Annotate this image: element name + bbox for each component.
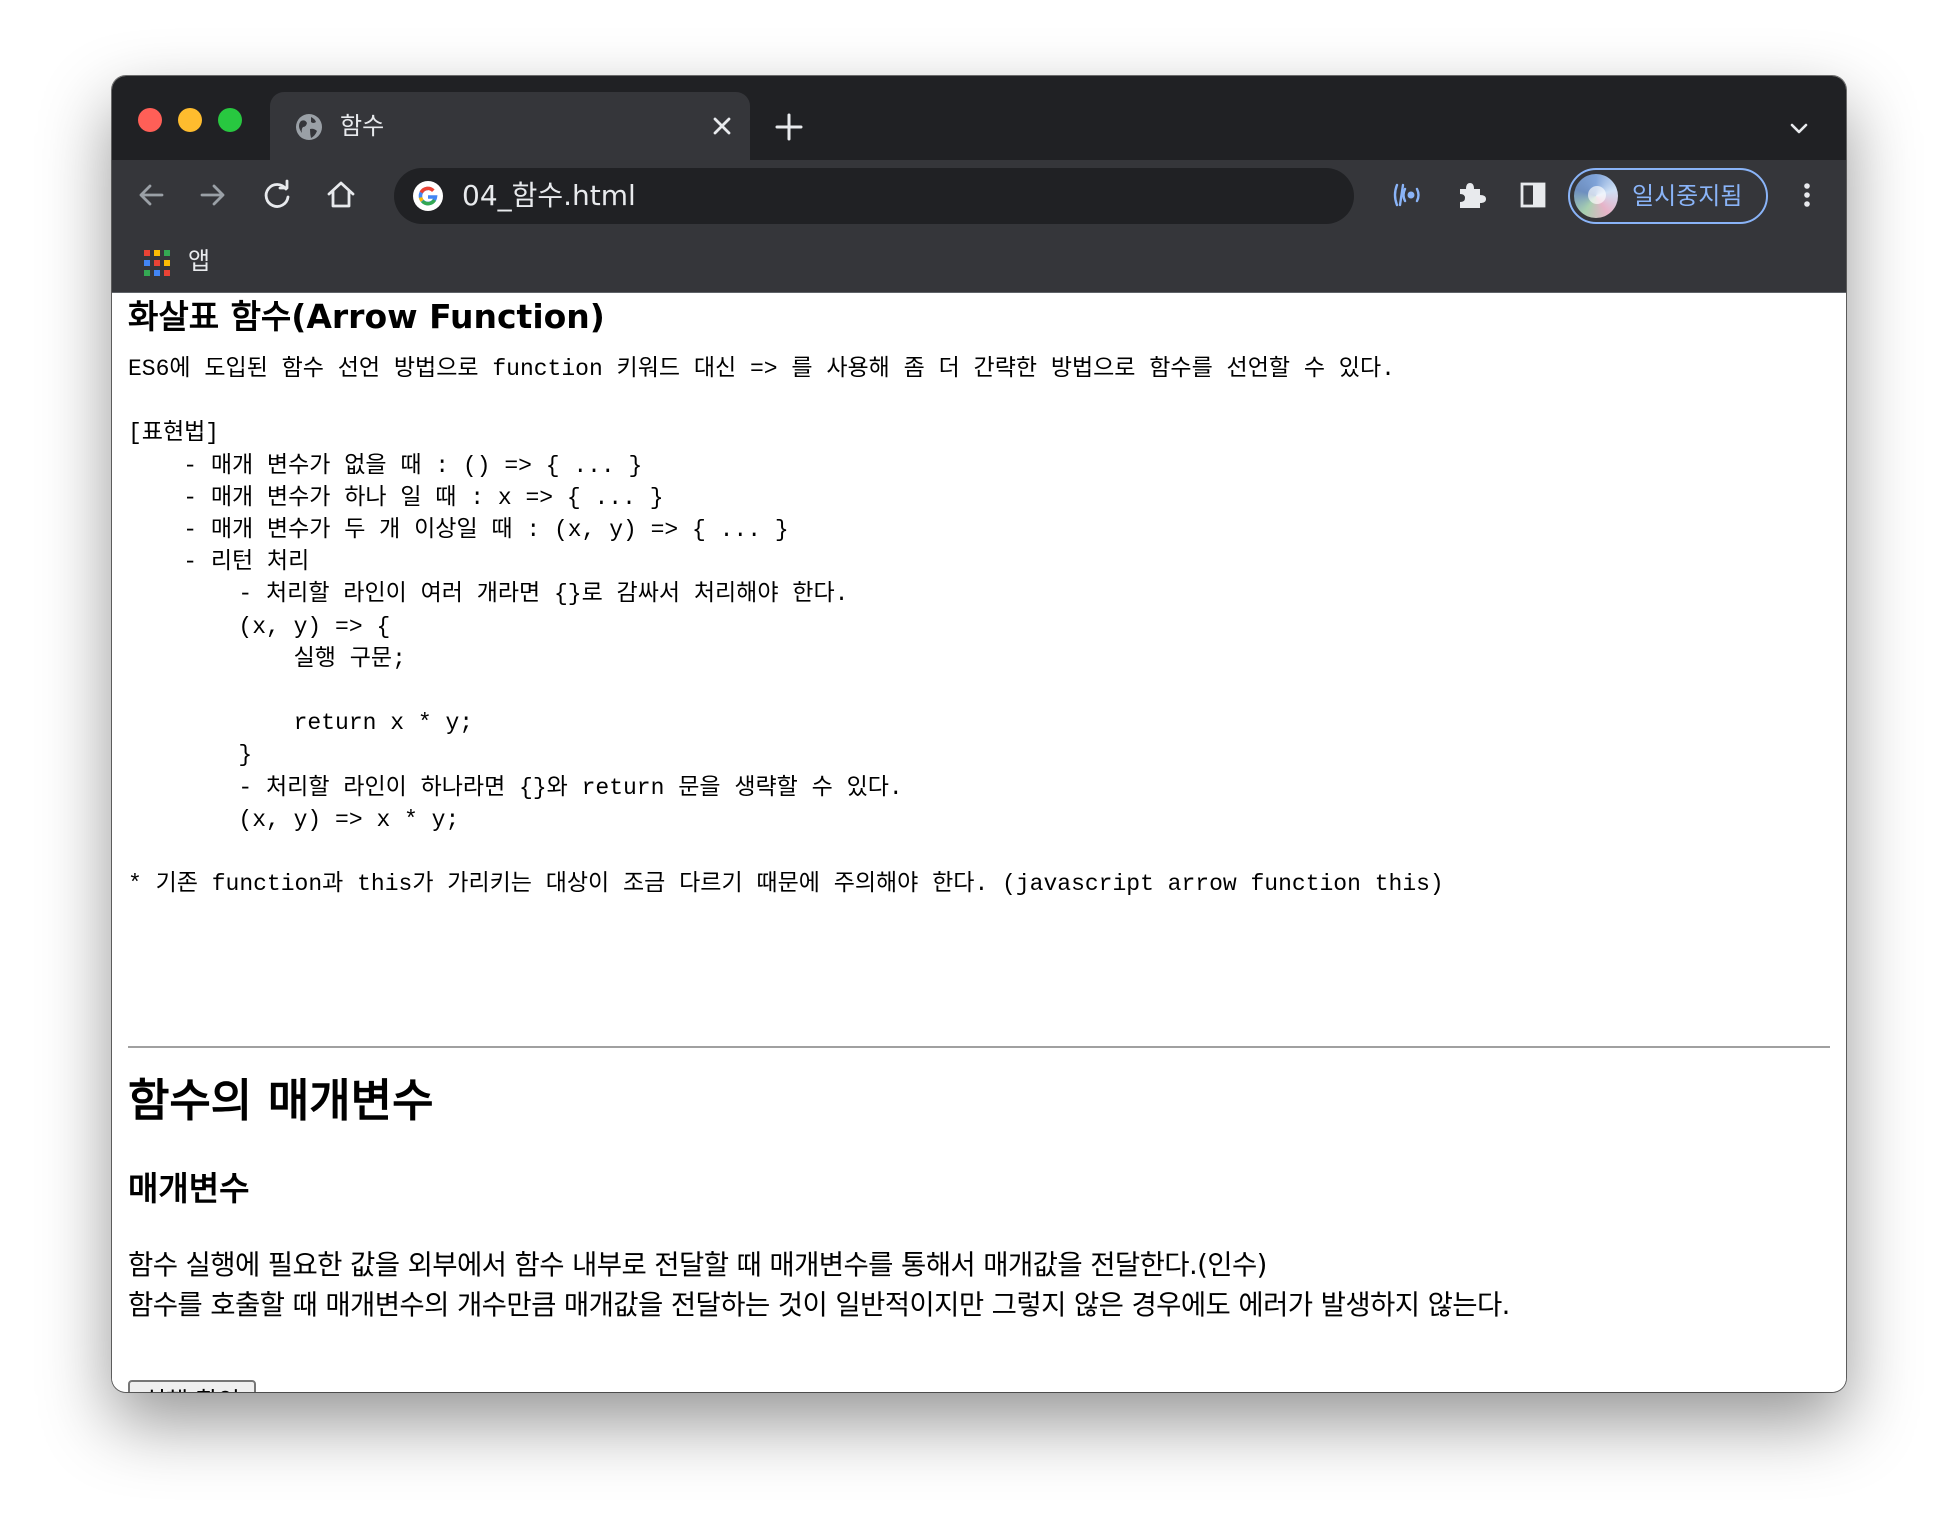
- maximize-window-button[interactable]: [218, 108, 242, 132]
- code-line: - 매개 변수가 없을 때 : () => { ... }: [128, 452, 643, 479]
- side-panel-icon[interactable]: [1514, 176, 1552, 214]
- puzzle-extensions-icon[interactable]: [1452, 176, 1490, 214]
- url-text: 04_함수.html: [462, 179, 636, 212]
- google-icon: [413, 181, 443, 211]
- params-section-title: 함수의 매개변수: [128, 1074, 434, 1127]
- run-check-button[interactable]: 실행 확인: [128, 1380, 256, 1392]
- back-arrow-icon[interactable]: [132, 176, 170, 214]
- params-description: 함수 실행에 필요한 값을 외부에서 함수 내부로 전달할 때 매개변수를 통해…: [128, 1245, 1510, 1325]
- arrow-function-code-block: ES6에 도입된 함수 선언 방법으로 function 키워드 대신 => 를…: [128, 353, 1444, 900]
- params-subtitle: 매개변수: [128, 1169, 250, 1208]
- page-content: 화살표 함수(Arrow Function) ES6에 도입된 함수 선언 방법…: [112, 293, 1846, 1392]
- tab-title: 함수: [340, 112, 385, 140]
- chevron-down-icon[interactable]: [1786, 116, 1812, 142]
- forward-arrow-icon[interactable]: [194, 176, 232, 214]
- tab-strip: 함수: [112, 76, 1846, 160]
- arrow-function-heading: 화살표 함수(Arrow Function): [128, 297, 605, 336]
- bookmarks-bar: 앱: [112, 232, 1846, 293]
- code-line: - 처리할 라인이 하나라면 {}와 return 문을 생략할 수 있다.: [128, 774, 903, 801]
- minimize-window-button[interactable]: [178, 108, 202, 132]
- avatar: [1574, 174, 1618, 218]
- bookmark-apps-label[interactable]: 앱: [188, 244, 210, 278]
- code-line: 실행 구문;: [128, 645, 406, 672]
- address-bar[interactable]: 04_함수.html: [394, 168, 1354, 224]
- reload-icon[interactable]: [258, 176, 296, 214]
- description-line: 함수를 호출할 때 매개변수의 개수만큼 매개값을 전달하는 것이 일반적이지만…: [128, 1289, 1510, 1321]
- plus-icon[interactable]: [772, 110, 806, 144]
- browser-window: 함수 04_함수.html 일시중지됨 앱 화살표 함수(Arrow Funct…: [112, 76, 1846, 1392]
- code-line: return x * y;: [128, 710, 474, 737]
- code-line: - 리턴 처리: [128, 549, 310, 576]
- globe-icon: [296, 114, 322, 140]
- active-tab[interactable]: 함수: [270, 92, 750, 160]
- description-line: 함수 실행에 필요한 값을 외부에서 함수 내부로 전달할 때 매개변수를 통해…: [128, 1249, 1267, 1281]
- code-line: - 매개 변수가 하나 일 때 : x => { ... }: [128, 484, 664, 511]
- code-line: ES6에 도입된 함수 선언 방법으로 function 키워드 대신 => 를…: [128, 356, 1395, 382]
- profile-paused-button[interactable]: 일시중지됨: [1568, 168, 1768, 224]
- profile-label: 일시중지됨: [1632, 182, 1743, 210]
- code-line: - 처리할 라인이 여러 개라면 {}로 감싸서 처리해야 한다.: [128, 581, 849, 608]
- apps-grid-icon[interactable]: [144, 250, 170, 276]
- code-line: - 매개 변수가 두 개 이상일 때 : (x, y) => { ... }: [128, 517, 789, 544]
- toolbar: 04_함수.html 일시중지됨: [112, 160, 1846, 232]
- code-line: * 기존 function과 this가 가리키는 대상이 조금 다르기 때문에…: [128, 871, 1444, 898]
- code-line: }: [128, 742, 253, 769]
- section-divider: [128, 1046, 1830, 1048]
- cast-icon[interactable]: [1388, 176, 1426, 214]
- kebab-menu-icon[interactable]: [1788, 176, 1826, 214]
- home-icon[interactable]: [322, 176, 360, 214]
- code-line: (x, y) => {: [128, 613, 391, 640]
- code-line: [표현법]: [128, 420, 220, 447]
- code-line: (x, y) => x * y;: [128, 806, 460, 833]
- close-icon[interactable]: [708, 112, 736, 140]
- close-window-button[interactable]: [138, 108, 162, 132]
